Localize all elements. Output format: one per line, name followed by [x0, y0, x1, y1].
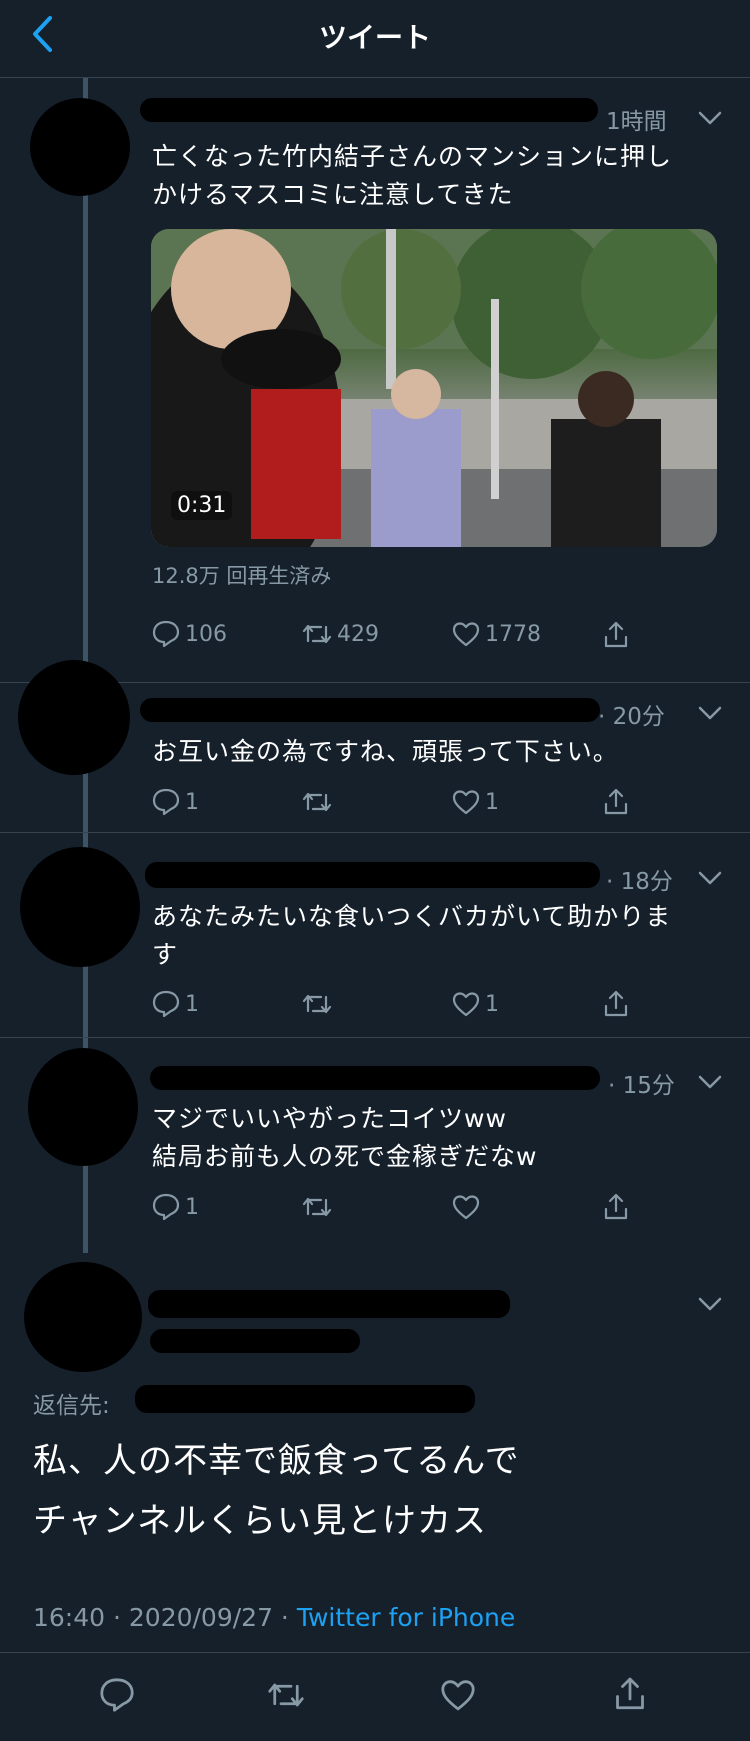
- retweet-button[interactable]: [301, 787, 333, 817]
- chevron-down-icon[interactable]: [696, 1290, 724, 1318]
- avatar[interactable]: [24, 1262, 142, 1372]
- redacted-username: [150, 1066, 600, 1090]
- reply-button[interactable]: 1: [151, 1192, 199, 1222]
- share-button[interactable]: [610, 1674, 650, 1714]
- tweet-text: マジでいいやがったコイツww 結局お前も人の死で金稼ぎだなw: [152, 1104, 538, 1171]
- like-button[interactable]: 1: [451, 989, 499, 1019]
- tweet-time: · 15分: [608, 1073, 675, 1099]
- share-icon: [604, 1193, 628, 1220]
- tweet-timestamp: 16:40 · 2020/09/27 · Twitter for iPhone: [33, 1603, 516, 1632]
- tweet-text: 私、人の不幸で飯食ってるんで チャンネルくらい見とけカス: [33, 1441, 520, 1541]
- avatar[interactable]: [18, 660, 130, 775]
- tweet-time: 1時間: [606, 109, 667, 135]
- tweet-time: · 20分: [598, 704, 665, 730]
- avatar[interactable]: [28, 1048, 138, 1166]
- retweet-button[interactable]: [301, 989, 333, 1019]
- share-button[interactable]: [600, 988, 632, 1020]
- heart-icon: [452, 1195, 480, 1220]
- like-button[interactable]: 1: [451, 787, 499, 817]
- reply-icon: [152, 788, 180, 816]
- heart-icon: [441, 1680, 475, 1711]
- reply-button[interactable]: [98, 1676, 136, 1714]
- reply-button[interactable]: 1: [151, 787, 199, 817]
- heart-icon: [452, 992, 480, 1017]
- redacted-username: [148, 1290, 510, 1318]
- share-button[interactable]: [600, 1191, 632, 1223]
- reply-icon: [152, 990, 180, 1018]
- chevron-down-icon[interactable]: [696, 864, 724, 892]
- reply-icon: [152, 1193, 180, 1221]
- reply-icon: [152, 620, 180, 648]
- chevron-down-icon[interactable]: [696, 699, 724, 727]
- divider: [0, 832, 750, 833]
- redacted-handle: [150, 1329, 360, 1353]
- retweet-icon: [302, 994, 332, 1014]
- chevron-down-icon[interactable]: [696, 1068, 724, 1096]
- tweet-time: · 18分: [606, 869, 673, 895]
- share-icon: [604, 621, 628, 648]
- tweet-text: お互い金の為ですね、頑張って下さい。: [152, 737, 619, 766]
- reply-to: 返信先:: [33, 1393, 110, 1419]
- retweet-button[interactable]: 429: [301, 619, 379, 649]
- reply-button[interactable]: 106: [151, 619, 227, 649]
- share-icon: [616, 1677, 644, 1710]
- video-thumbnail[interactable]: 0:31: [151, 229, 717, 547]
- page-title: ツイート: [318, 21, 431, 54]
- like-button[interactable]: 1778: [451, 619, 541, 649]
- tweet-source-link[interactable]: Twitter for iPhone: [297, 1603, 515, 1632]
- tweet-text: 亡くなった竹内結子さんのマンションに押し かけるマスコミに注意してきた: [152, 142, 673, 209]
- retweet-button[interactable]: [301, 1192, 333, 1222]
- redacted-reply-handle[interactable]: [135, 1385, 475, 1413]
- retweet-icon: [302, 624, 332, 644]
- video-frame: [151, 229, 717, 547]
- redacted-username: [140, 698, 600, 722]
- divider: [0, 1037, 750, 1038]
- like-button[interactable]: [439, 1676, 477, 1714]
- avatar[interactable]: [30, 98, 130, 196]
- retweet-button[interactable]: [266, 1676, 306, 1714]
- share-icon: [604, 788, 628, 815]
- tweet-text: あなたみたいな食いつくバカがいて助かりま す: [152, 902, 672, 969]
- heart-icon: [452, 790, 480, 815]
- like-button[interactable]: [451, 1192, 485, 1222]
- retweet-icon: [302, 1197, 332, 1217]
- divider: [0, 1652, 750, 1653]
- redacted-username: [140, 98, 598, 122]
- share-button[interactable]: [600, 619, 632, 651]
- avatar[interactable]: [20, 847, 140, 967]
- share-icon: [604, 990, 628, 1017]
- share-button[interactable]: [600, 786, 632, 818]
- reply-button[interactable]: 1: [151, 989, 199, 1019]
- heart-icon: [452, 622, 480, 647]
- retweet-icon: [302, 792, 332, 812]
- redacted-username: [145, 862, 600, 888]
- view-count: 12.8万 回再生済み: [152, 564, 332, 588]
- retweet-icon: [268, 1683, 304, 1707]
- reply-icon: [100, 1678, 134, 1712]
- chevron-down-icon[interactable]: [696, 104, 724, 132]
- video-duration: 0:31: [171, 491, 233, 520]
